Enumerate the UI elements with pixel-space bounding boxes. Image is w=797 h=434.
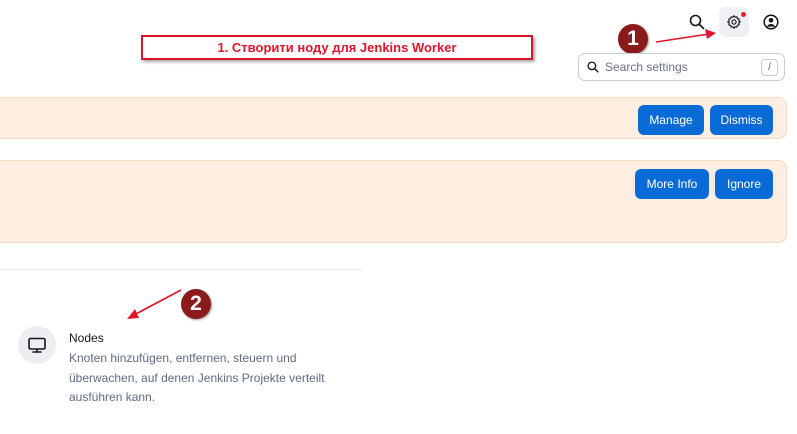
- notification-dot: [741, 12, 746, 17]
- keyboard-shortcut-hint: /: [761, 59, 778, 76]
- step-badge-1: 1: [618, 24, 648, 54]
- dismiss-button[interactable]: Dismiss: [710, 105, 773, 135]
- search-settings-input[interactable]: [605, 60, 745, 74]
- profile-button[interactable]: [756, 7, 786, 37]
- ignore-button[interactable]: Ignore: [715, 169, 773, 199]
- section-divider: [0, 269, 362, 270]
- nodes-link[interactable]: Nodes: [69, 331, 104, 345]
- monitor-icon: [28, 337, 46, 353]
- manage-button[interactable]: Manage: [638, 105, 704, 135]
- settings-button[interactable]: [719, 7, 749, 37]
- user-icon: [763, 14, 779, 30]
- more-info-button[interactable]: More Info: [635, 169, 709, 199]
- annotation-callout: 1. Створити ноду для Jenkins Worker: [141, 35, 533, 60]
- search-icon: [689, 14, 705, 30]
- arrow-to-nodes: [127, 289, 182, 319]
- gear-icon: [727, 15, 741, 29]
- nodes-tile-icon[interactable]: [18, 326, 56, 364]
- step-badge-2: 2: [181, 289, 211, 319]
- annotation-callout-text: 1. Створити ноду для Jenkins Worker: [217, 40, 457, 55]
- settings-search[interactable]: /: [578, 53, 785, 81]
- nodes-description: Knoten hinzufügen, entfernen, steuern un…: [69, 351, 325, 404]
- search-button[interactable]: [682, 7, 712, 37]
- search-field-icon: [587, 61, 599, 73]
